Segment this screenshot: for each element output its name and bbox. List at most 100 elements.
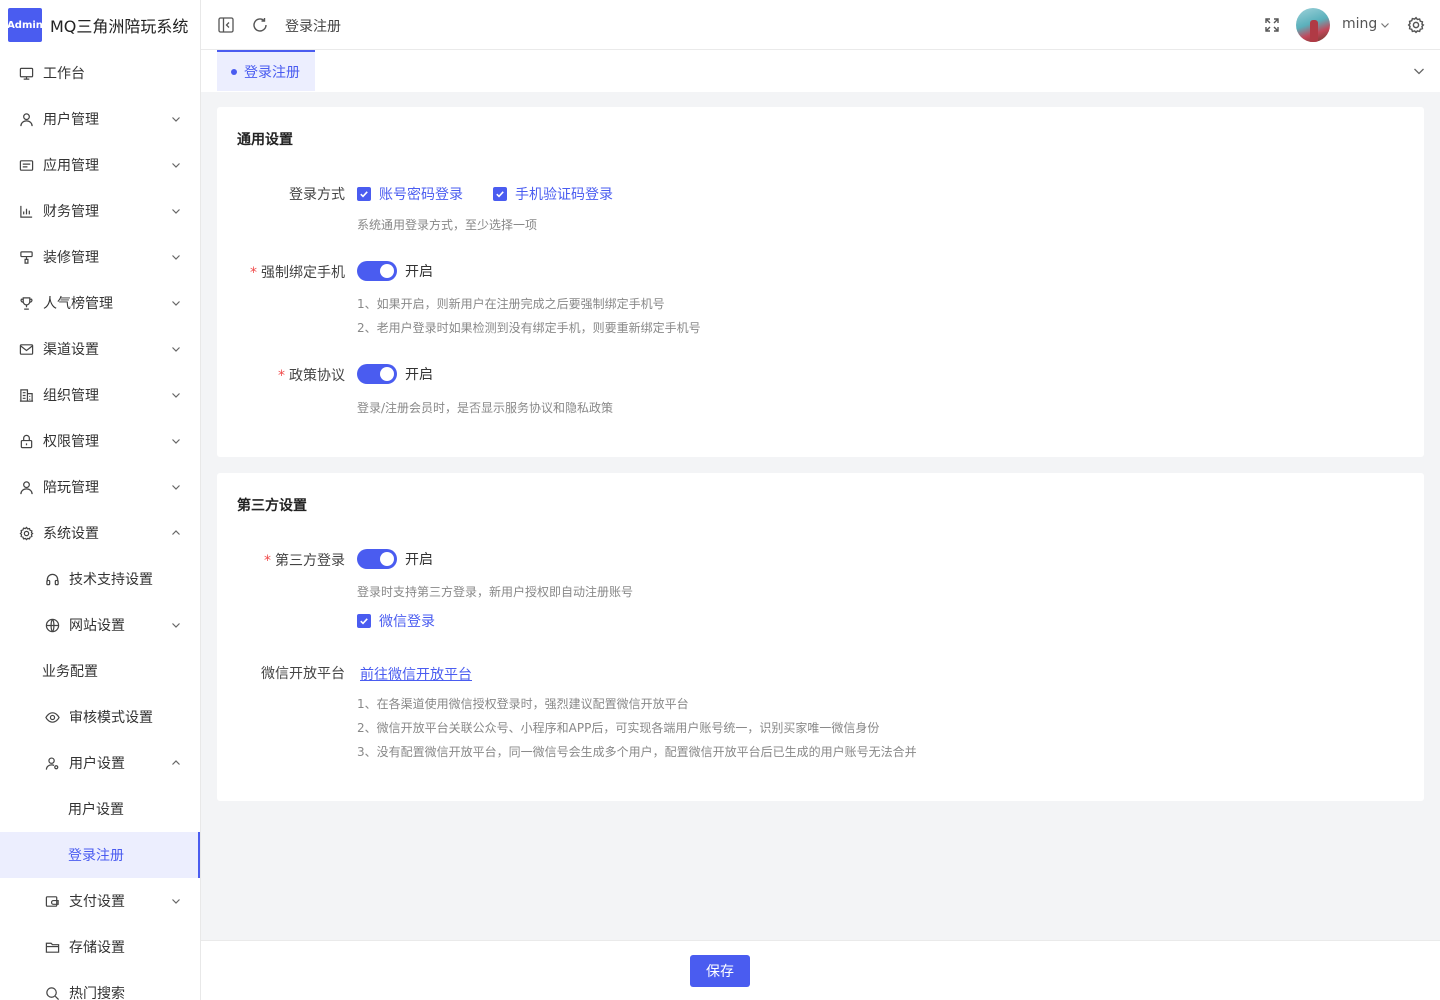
monitor-icon (18, 65, 34, 81)
sidebar-item-label: 存储设置 (69, 940, 125, 956)
tab-login-register[interactable]: 登录注册 (217, 50, 315, 91)
switch-state-label: 开启 (405, 367, 433, 383)
tabs-bar: 登录注册 (201, 50, 1440, 92)
checkbox-label: 账号密码登录 (379, 187, 463, 203)
sidebar-item-companion[interactable]: 陪玩管理 (0, 464, 200, 510)
required-mark: * (264, 553, 271, 569)
sidebar-item-label: 应用管理 (43, 158, 99, 174)
third-party-settings-card: 第三方设置 * 第三方登录 开启 登录时支持第三方登录，新用户授权即自动注册账号 … (217, 473, 1424, 801)
policy-switch[interactable]: 开启 (357, 364, 433, 384)
sidebar-item-label: 技术支持设置 (69, 572, 153, 588)
sidebar-item-payment-settings[interactable]: 支付设置 (0, 878, 200, 924)
sidebar-item-label: 系统设置 (43, 526, 99, 542)
sidebar-item-storage-settings[interactable]: 存储设置 (0, 924, 200, 970)
brush-icon (18, 249, 34, 265)
sidebar-item-workbench[interactable]: 工作台 (0, 50, 200, 96)
chevron-up-icon (170, 527, 182, 539)
sidebar-item-label: 人气榜管理 (43, 296, 113, 312)
chevron-down-icon (170, 481, 182, 493)
sidebar-item-label: 陪玩管理 (43, 480, 99, 496)
bind-phone-help-1: 1、如果开启，则新用户在注册完成之后要强制绑定手机号 (357, 297, 665, 311)
sidebar-item-label: 装修管理 (43, 250, 99, 266)
avatar[interactable] (1296, 8, 1330, 42)
switch-knob (380, 264, 394, 278)
chevron-down-icon (170, 619, 182, 631)
sidebar-item-review-mode[interactable]: 审核模式设置 (0, 694, 200, 740)
chevron-down-icon[interactable] (1412, 64, 1426, 78)
sms-code-checkbox[interactable]: 手机验证码登录 (493, 184, 613, 204)
username[interactable]: ming (1342, 16, 1377, 32)
headset-icon (44, 571, 60, 587)
sidebar-item-app-management[interactable]: 应用管理 (0, 142, 200, 188)
third-party-login-help: 登录时支持第三方登录，新用户授权即自动注册账号 (357, 585, 634, 599)
sidebar-item-finance[interactable]: 财务管理 (0, 188, 200, 234)
checkbox-checked-icon (357, 187, 371, 201)
mail-icon (18, 341, 34, 357)
sidebar-item-label: 网站设置 (69, 618, 125, 634)
switch-track (357, 364, 397, 384)
sidebar-item-label: 权限管理 (43, 434, 99, 450)
open-platform-help-2: 2、微信开放平台关联公众号、小程序和APP后，可实现各端用户账号统一，识别买家唯… (357, 721, 880, 735)
save-button[interactable]: 保存 (690, 955, 750, 987)
login-method-label: 登录方式 (289, 187, 345, 203)
sidebar-item-channel[interactable]: 渠道设置 (0, 326, 200, 372)
brand[interactable]: Admin MQ三角洲陪玩系统 (0, 0, 200, 50)
sidebar-item-label: 组织管理 (43, 388, 99, 404)
sidebar-item-login-register[interactable]: 登录注册 (0, 832, 200, 878)
sidebar-item-popularity[interactable]: 人气榜管理 (0, 280, 200, 326)
collapse-sidebar-icon[interactable] (217, 16, 235, 34)
chevron-down-icon (170, 205, 182, 217)
lock-icon (18, 433, 34, 449)
sidebar-item-organization[interactable]: 组织管理 (0, 372, 200, 418)
sidebar-item-user-settings-group[interactable]: 用户设置 (0, 740, 200, 786)
refresh-icon[interactable] (251, 16, 269, 34)
bind-phone-switch[interactable]: 开启 (357, 261, 433, 281)
switch-state-label: 开启 (405, 264, 433, 280)
bind-phone-label: * 强制绑定手机 (250, 262, 345, 282)
sidebar-item-label: 业务配置 (42, 664, 98, 680)
fullscreen-icon[interactable] (1263, 16, 1281, 34)
policy-label-text: 政策协议 (289, 368, 345, 384)
main-content: 通用设置 登录方式 账号密码登录 手机验证码登录 系统通用登录方式，至少选择一项… (201, 92, 1440, 940)
checkbox-label: 微信登录 (379, 614, 435, 630)
open-platform-help-1: 1、在各渠道使用微信授权登录时，强烈建议配置微信开放平台 (357, 697, 689, 711)
settings-gear-icon[interactable] (1407, 16, 1425, 34)
sidebar-item-system-settings[interactable]: 系统设置 (0, 510, 200, 556)
sidebar-item-label: 渠道设置 (43, 342, 99, 358)
chevron-down-icon (170, 159, 182, 171)
general-settings-card: 通用设置 登录方式 账号密码登录 手机验证码登录 系统通用登录方式，至少选择一项… (217, 107, 1424, 457)
switch-knob (380, 367, 394, 381)
chevron-down-icon[interactable] (1379, 19, 1391, 31)
third-party-login-switch[interactable]: 开启 (357, 549, 433, 569)
bind-phone-help-2: 2、老用户登录时如果检测到没有绑定手机，则要重新绑定手机号 (357, 321, 701, 335)
sidebar-item-website-settings[interactable]: 网站设置 (0, 602, 200, 648)
chevron-down-icon (170, 251, 182, 263)
sidebar-item-tech-support[interactable]: 技术支持设置 (0, 556, 200, 602)
chevron-down-icon (170, 343, 182, 355)
sidebar-item-label: 审核模式设置 (69, 710, 153, 726)
footer: 保存 (201, 940, 1440, 1000)
sidebar-item-label: 登录注册 (68, 848, 124, 864)
chevron-up-icon (170, 757, 182, 769)
open-platform-link[interactable]: 前往微信开放平台 (360, 664, 472, 684)
breadcrumb: 登录注册 (285, 19, 341, 35)
sidebar-item-label: 支付设置 (69, 894, 125, 910)
required-mark: * (250, 265, 257, 281)
sidebar-item-label: 工作台 (43, 66, 85, 82)
policy-help: 登录/注册会员时，是否显示服务协议和隐私政策 (357, 401, 614, 415)
open-platform-help-3: 3、没有配置微信开放平台，同一微信号会生成多个用户，配置微信开放平台后已生成的用… (357, 745, 917, 759)
sidebar-item-business-config[interactable]: 业务配置 (0, 648, 200, 694)
sidebar-item-user-settings[interactable]: 用户设置 (0, 786, 200, 832)
sidebar-item-decoration[interactable]: 装修管理 (0, 234, 200, 280)
account-password-checkbox[interactable]: 账号密码登录 (357, 184, 463, 204)
trophy-icon (18, 295, 34, 311)
sidebar-item-label: 用户设置 (69, 756, 125, 772)
user-icon (18, 111, 34, 127)
wechat-login-checkbox[interactable]: 微信登录 (357, 611, 435, 631)
sidebar-item-hot-search[interactable]: 热门搜索 (0, 970, 200, 1000)
sidebar-item-label: 用户设置 (68, 802, 124, 818)
sidebar-item-permissions[interactable]: 权限管理 (0, 418, 200, 464)
sidebar-item-user-management[interactable]: 用户管理 (0, 96, 200, 142)
checkbox-checked-icon (493, 187, 507, 201)
chevron-down-icon (170, 297, 182, 309)
